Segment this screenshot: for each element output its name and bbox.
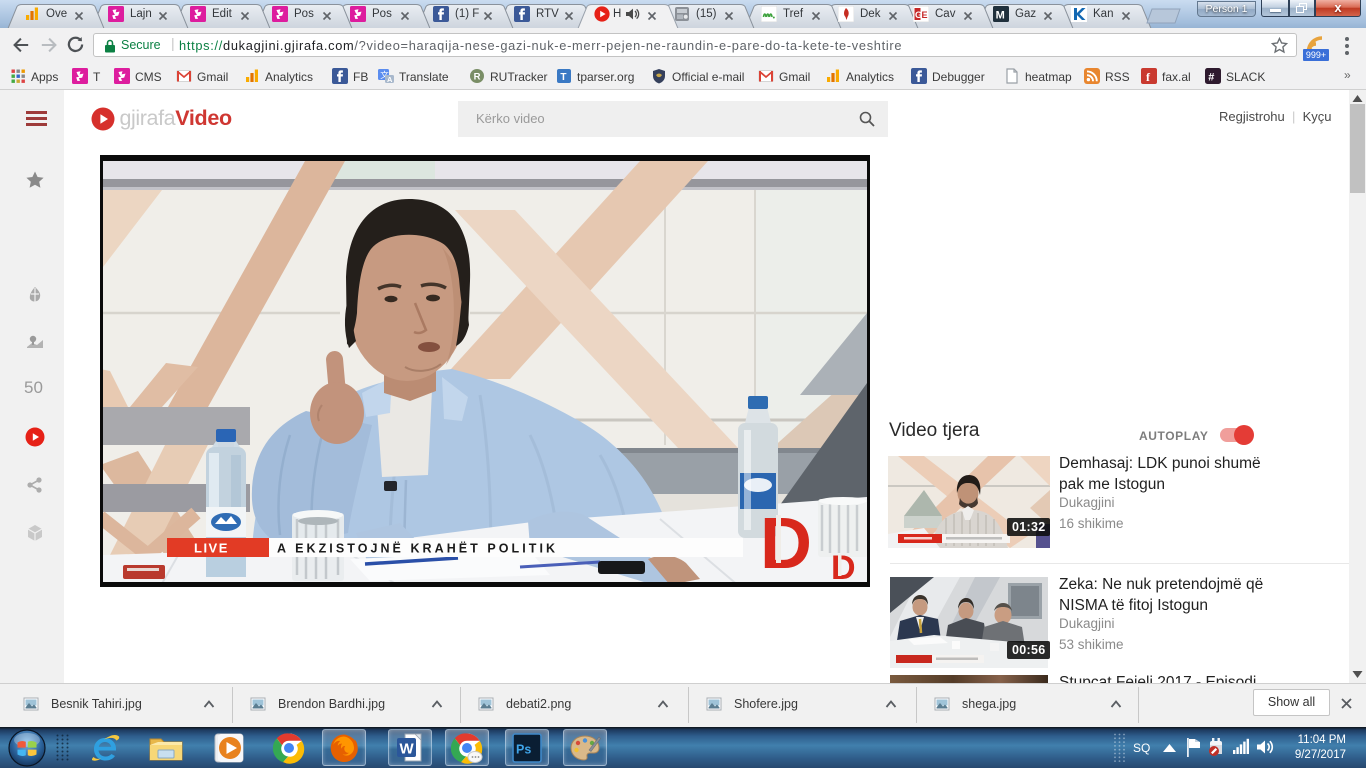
svg-text:T: T bbox=[560, 72, 566, 83]
svg-text:E: E bbox=[922, 10, 928, 20]
svg-text:Ps: Ps bbox=[516, 743, 531, 757]
svg-text:D: D bbox=[831, 549, 856, 587]
svg-text:R: R bbox=[474, 72, 481, 83]
svg-text:D: D bbox=[760, 504, 812, 584]
svg-text:M: M bbox=[996, 10, 1005, 22]
svg-text:A EKZISTOJNË KRAHËT POLITIK: A EKZISTOJNË KRAHËT POLITIK bbox=[277, 541, 555, 556]
svg-text:LIVE: LIVE bbox=[194, 541, 229, 556]
svg-text:W: W bbox=[400, 741, 415, 758]
svg-text:#: # bbox=[1208, 71, 1214, 83]
svg-text:A: A bbox=[387, 75, 393, 84]
